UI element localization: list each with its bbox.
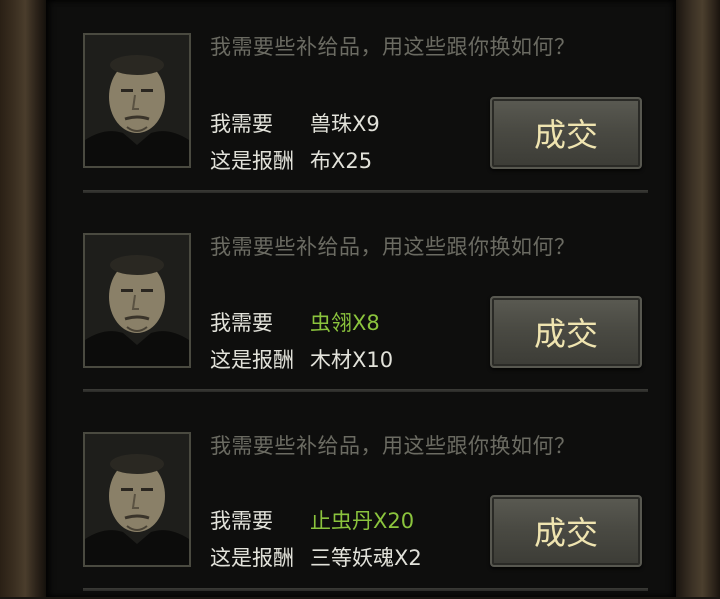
reward-item: 木材X10 — [310, 348, 394, 372]
need-label: 我需要 — [210, 509, 273, 533]
trade-offer-1: 我需要些补给品，用这些跟你换如何？ 我需要 兽珠X9 这是报酬 布X25 成交 — [46, 0, 676, 200]
right-frame — [676, 0, 720, 597]
need-label: 我需要 — [210, 311, 273, 335]
offer-prompt: 我需要些补给品，用这些跟你换如何？ — [210, 235, 576, 259]
reward-item: 三等妖魂X2 — [310, 546, 422, 570]
trader-portrait — [83, 33, 191, 168]
need-item: 止虫丹X20 — [310, 509, 415, 533]
trader-portrait — [83, 233, 191, 368]
left-frame — [0, 0, 46, 597]
trade-offer-2: 我需要些补给品，用这些跟你换如何？ 我需要 虫翎X8 这是报酬 木材X10 成交 — [46, 200, 676, 400]
need-item: 兽珠X9 — [310, 112, 380, 136]
divider — [83, 588, 648, 591]
reward-label: 这是报酬 — [210, 149, 294, 173]
trade-offer-list[interactable]: 我需要些补给品，用这些跟你换如何？ 我需要 兽珠X9 这是报酬 布X25 成交 … — [46, 0, 676, 597]
divider — [83, 190, 648, 193]
reward-label: 这是报酬 — [210, 348, 294, 372]
deal-button[interactable]: 成交 — [490, 495, 642, 567]
offer-prompt: 我需要些补给品，用这些跟你换如何？ — [210, 35, 576, 59]
need-label: 我需要 — [210, 112, 273, 136]
reward-item: 布X25 — [310, 149, 373, 173]
reward-label: 这是报酬 — [210, 546, 294, 570]
need-item: 虫翎X8 — [310, 311, 380, 335]
trader-portrait — [83, 432, 191, 567]
deal-button[interactable]: 成交 — [490, 296, 642, 368]
divider — [83, 389, 648, 392]
trade-offer-3: 我需要些补给品，用这些跟你换如何？ 我需要 止虫丹X20 这是报酬 三等妖魂X2… — [46, 399, 676, 599]
deal-button[interactable]: 成交 — [490, 97, 642, 169]
offer-prompt: 我需要些补给品，用这些跟你换如何？ — [210, 434, 576, 458]
